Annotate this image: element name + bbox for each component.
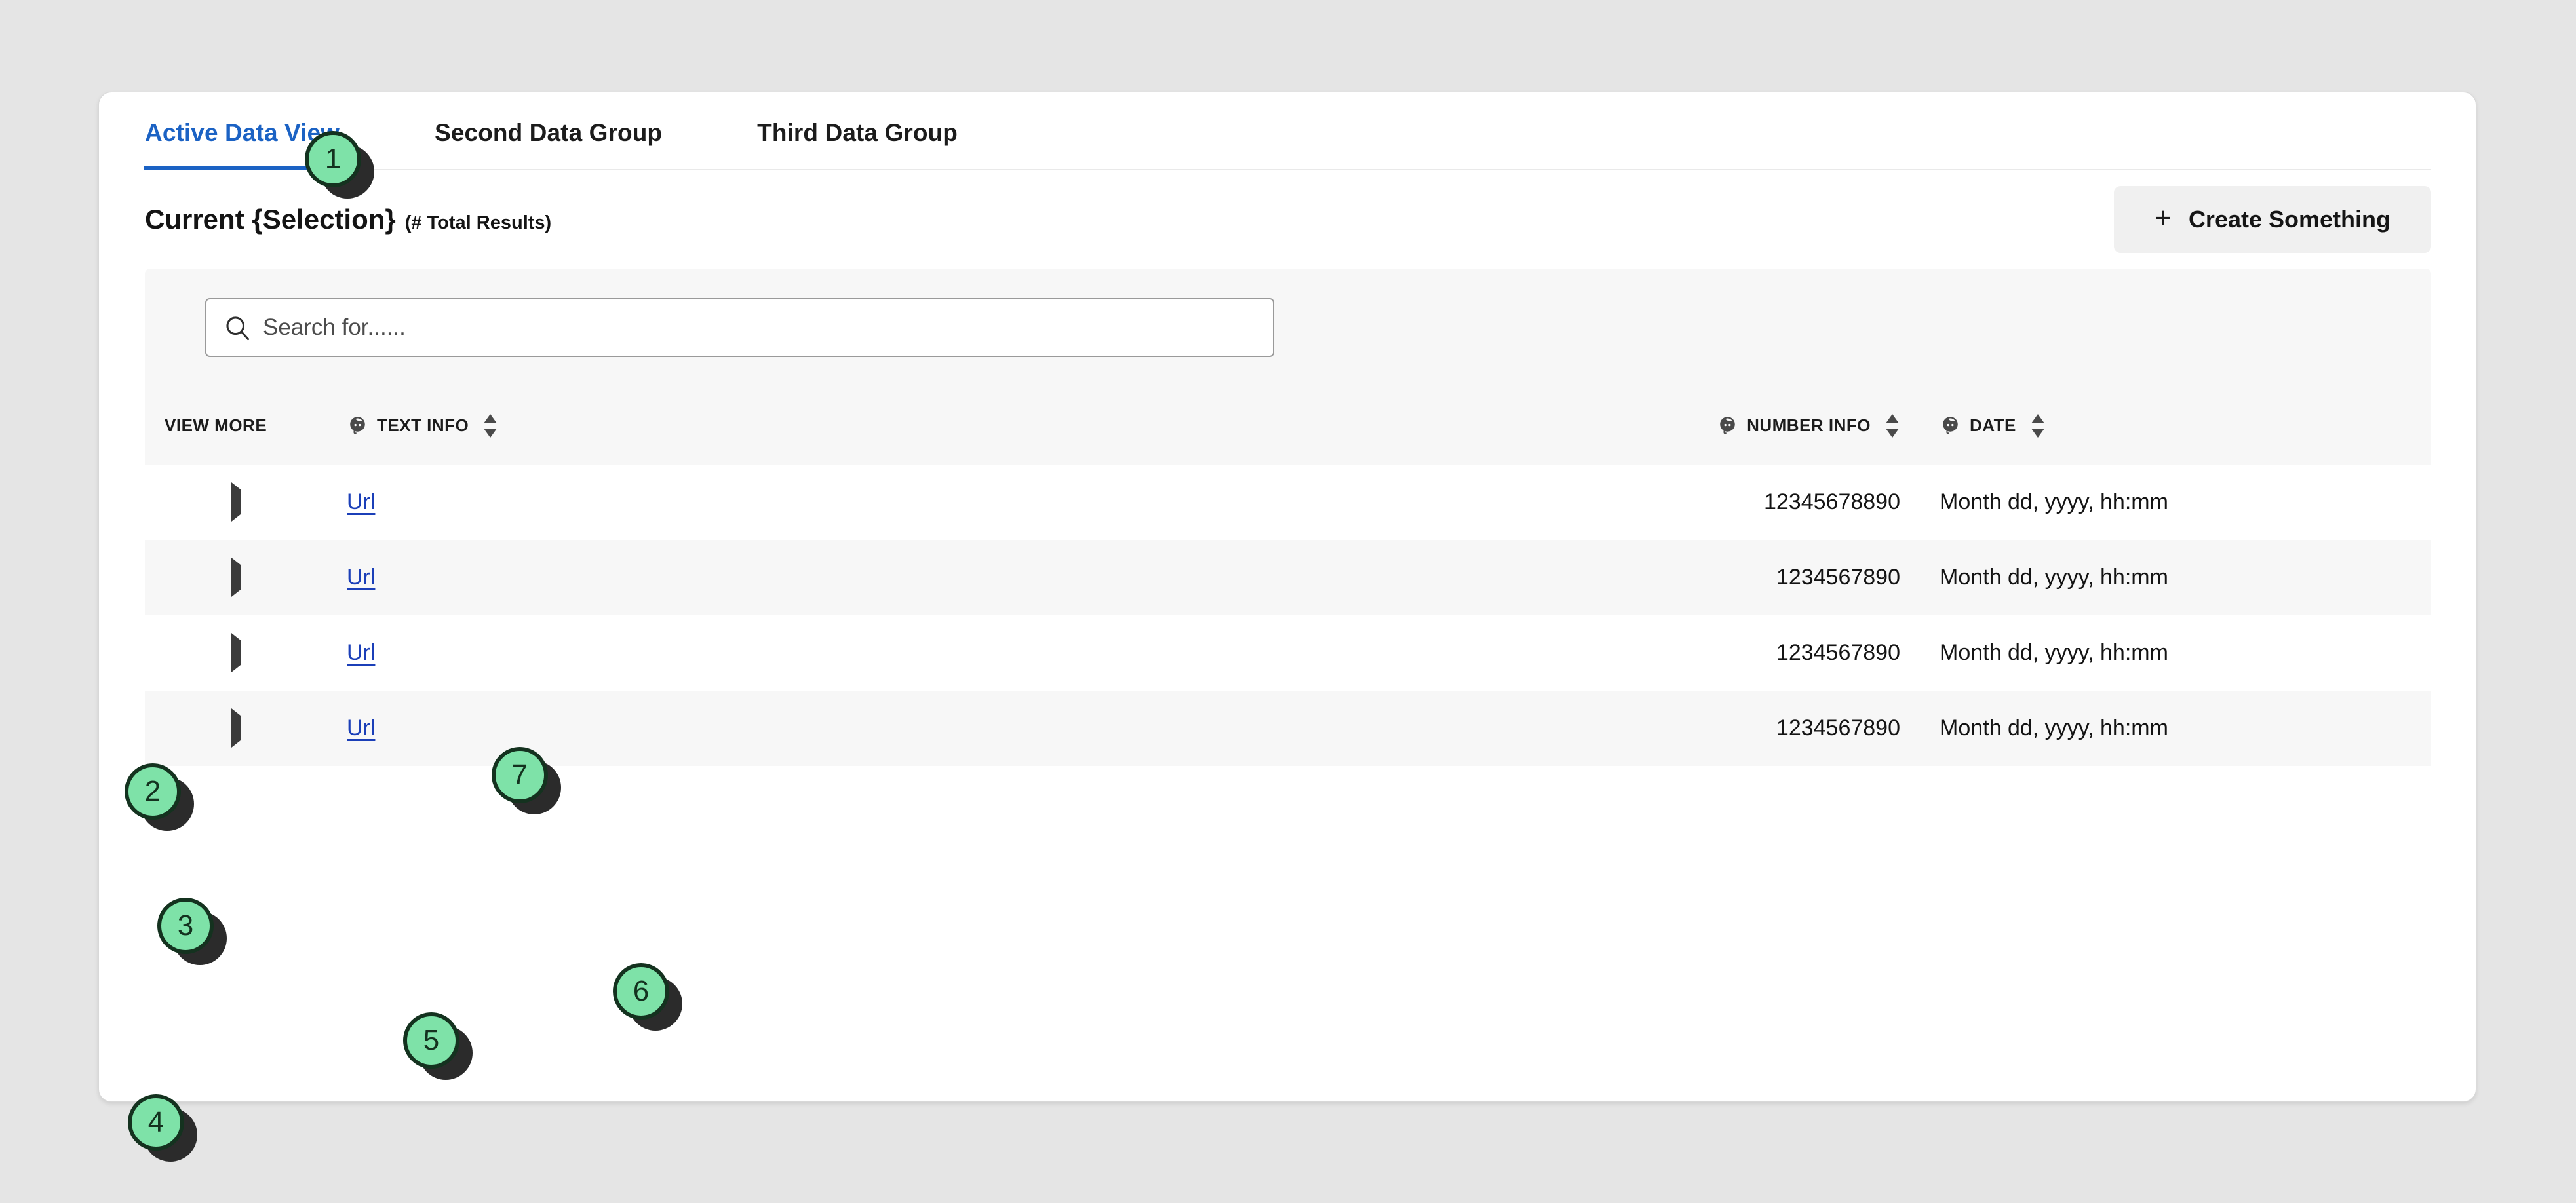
table-row[interactable]: Url 1234567890 Month dd, yyyy, hh:mm [145,615,2431,691]
annotation-badge-1: 1 [305,131,361,187]
result-count-label: (# Total Results) [404,212,552,233]
search-input[interactable] [263,299,1260,356]
cell-number-info: 1234567890 [1685,540,1920,615]
column-header-text-info[interactable]: TEXT INFO [327,387,1028,465]
annotation-badge-2: 2 [125,763,181,820]
annotation-badge-number: 4 [147,1106,165,1138]
sort-toggle-icon[interactable] [482,413,498,439]
tab-label: Third Data Group [757,119,958,146]
cell-date: Month dd, yyyy, hh:mm [1920,540,2431,615]
annotation-badge-3: 3 [157,898,214,954]
annotation-badge-number: 1 [324,143,342,175]
cell-expand[interactable] [145,691,327,766]
table-row[interactable]: Url 1234567890 Month dd, yyyy, hh:mm [145,691,2431,766]
url-link[interactable]: Url [347,489,375,514]
cell-number-info: 1234567890 [1685,691,1920,766]
main-card: Active Data View Second Data Group Third… [98,92,2476,1102]
cell-date-value: Month dd, yyyy, hh:mm [1940,565,2168,590]
create-button-label: Create Something [2188,206,2391,233]
annotation-badge-5: 5 [403,1012,459,1069]
page-title-group: Current {Selection} (# Total Results) [145,204,551,235]
data-table: VIEW MORE TEXT INFO NUMBER INFO DATE Url… [145,387,2431,766]
cell-date-value: Month dd, yyyy, hh:mm [1940,716,2168,740]
table-row[interactable]: Url 1234567890 Month dd, yyyy, hh:mm [145,540,2431,615]
page-title: Current {Selection} [145,204,396,235]
column-label: VIEW MORE [165,415,267,435]
cell-text-info: Url [327,540,1028,615]
cell-date-value: Month dd, yyyy, hh:mm [1940,489,2168,514]
cell-date: Month dd, yyyy, hh:mm [1920,465,2431,540]
annotation-badge-number: 7 [511,759,528,791]
tab-third-data-group[interactable]: Third Data Group [757,119,958,169]
title-row: Current {Selection} (# Total Results) + … [145,170,2431,269]
cell-text-info: Url [327,691,1028,766]
annotation-badge-number: 2 [144,775,161,807]
column-header-number-info[interactable]: NUMBER INFO [1685,387,1920,465]
sort-toggle-icon[interactable] [2030,413,2046,439]
expand-row-icon[interactable] [231,558,241,597]
search-icon [226,316,250,341]
plus-icon: + [2155,202,2172,234]
cell-blank [1028,691,1685,766]
search-field-wrapper[interactable] [205,298,1274,357]
annotation-badge-4: 4 [128,1094,184,1151]
expand-row-icon[interactable] [231,633,241,672]
cell-number-value: 1234567890 [1776,716,1900,740]
cell-blank [1028,615,1685,691]
column-label: DATE [1970,415,2016,435]
cell-number-info: 12345678890 [1685,465,1920,540]
column-header-blank [1028,387,1685,465]
annotation-badge-number: 3 [177,909,194,942]
cell-blank [1028,540,1685,615]
column-label: NUMBER INFO [1747,415,1871,435]
cell-number-value: 1234567890 [1776,565,1900,590]
expand-row-icon[interactable] [231,482,241,522]
table-header-row: VIEW MORE TEXT INFO NUMBER INFO DATE [145,387,2431,465]
cell-text-info: Url [327,615,1028,691]
url-link[interactable]: Url [347,716,375,740]
face-icon [1943,417,1958,434]
cell-blank [1028,465,1685,540]
search-toolbar [145,269,2431,387]
tab-bar: Active Data View Second Data Group Third… [144,92,2431,170]
cell-expand[interactable] [145,615,327,691]
create-something-button[interactable]: + Create Something [2114,186,2431,253]
annotation-badge-6: 6 [613,963,669,1020]
cell-number-value: 12345678890 [1763,489,1900,514]
cell-text-info: Url [327,465,1028,540]
url-link[interactable]: Url [347,640,375,665]
table-row[interactable]: Url 12345678890 Month dd, yyyy, hh:mm [145,465,2431,540]
table-header: VIEW MORE TEXT INFO NUMBER INFO DATE [145,387,2431,465]
cell-date: Month dd, yyyy, hh:mm [1920,691,2431,766]
column-label: TEXT INFO [377,415,469,435]
cell-number-info: 1234567890 [1685,615,1920,691]
face-icon [350,417,365,434]
expand-row-icon[interactable] [231,708,241,748]
column-header-view-more: VIEW MORE [145,387,327,465]
cell-date: Month dd, yyyy, hh:mm [1920,615,2431,691]
table-body: Url 12345678890 Month dd, yyyy, hh:mm Ur… [145,465,2431,766]
tab-label: Second Data Group [435,119,663,146]
cell-expand[interactable] [145,465,327,540]
annotation-badge-7: 7 [492,747,548,803]
cell-number-value: 1234567890 [1776,640,1900,665]
tab-second-data-group[interactable]: Second Data Group [435,119,662,169]
sort-toggle-icon[interactable] [1884,413,1900,439]
url-link[interactable]: Url [347,565,375,590]
face-icon [1720,417,1735,434]
annotation-badge-number: 6 [633,975,650,1007]
cell-date-value: Month dd, yyyy, hh:mm [1940,640,2168,665]
cell-expand[interactable] [145,540,327,615]
column-header-date[interactable]: DATE [1920,387,2431,465]
annotation-badge-number: 5 [423,1024,440,1056]
